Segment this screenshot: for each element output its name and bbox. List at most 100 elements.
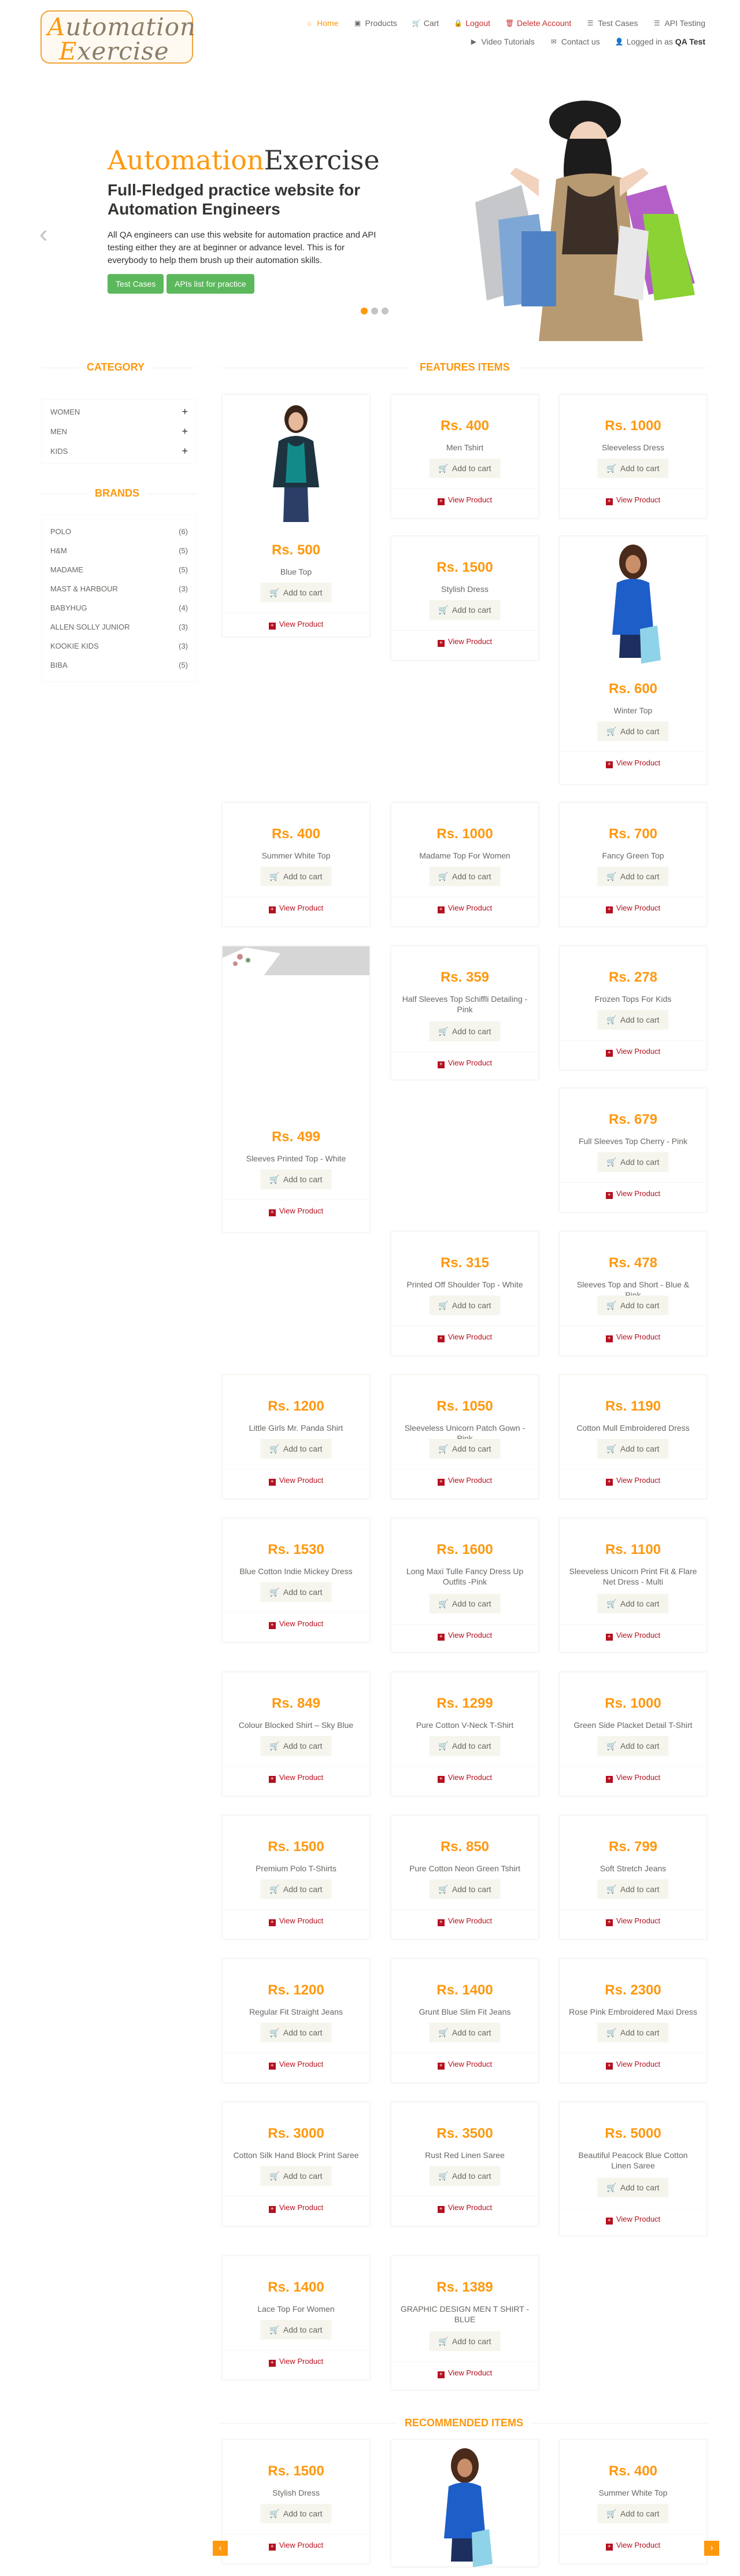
add-to-cart-button[interactable]: 🛒 Add to cart <box>260 1169 332 1189</box>
apis-list-button[interactable]: APIs list for practice <box>166 274 254 294</box>
view-product-link[interactable]: + View Product <box>391 2368 538 2378</box>
view-product-link[interactable]: + View Product <box>223 1476 369 1486</box>
add-to-cart-button[interactable]: 🛒 Add to cart <box>429 1594 501 1613</box>
view-product-link[interactable]: + View Product <box>560 1333 706 1342</box>
add-to-cart-button[interactable]: 🛒 Add to cart <box>597 1736 669 1756</box>
view-product-link[interactable]: + View Product <box>223 1206 369 1216</box>
brand-item-kookie-kids[interactable]: Kookie Kids (3) <box>50 636 188 656</box>
add-to-cart-button[interactable]: 🛒 Add to cart <box>597 458 669 478</box>
recommended-prev-icon[interactable]: ‹ <box>213 2541 228 2556</box>
add-to-cart-button[interactable]: 🛒 Add to cart <box>597 1010 669 1030</box>
slider-prev-icon[interactable]: ‹ <box>39 220 48 249</box>
add-to-cart-button[interactable]: 🛒 Add to cart <box>597 1879 669 1899</box>
add-to-cart-button[interactable]: 🛒 Add to cart <box>597 2504 669 2523</box>
view-product-link[interactable]: + View Product <box>223 2357 369 2367</box>
add-to-cart-button[interactable]: 🛒 Add to cart <box>597 721 669 741</box>
view-product-link[interactable]: + View Product <box>560 904 706 913</box>
add-to-cart-button[interactable]: 🛒 Add to cart <box>429 1439 501 1459</box>
view-product-link[interactable]: + View Product <box>391 637 538 647</box>
view-product-link[interactable]: + View Product <box>223 620 369 630</box>
brand-item-biba[interactable]: Biba (5) <box>50 656 188 675</box>
add-to-cart-button[interactable]: 🛒 Add to cart <box>597 1296 669 1315</box>
category-item-men[interactable]: Men + <box>50 421 188 441</box>
add-to-cart-button[interactable]: 🛒 Add to cart <box>260 1736 332 1756</box>
brand-item-h-m[interactable]: H&M (5) <box>50 541 188 560</box>
view-product-link[interactable]: + View Product <box>391 1476 538 1486</box>
nav-link-video-tutorials[interactable]: ▶ Video Tutorials <box>469 37 535 46</box>
test-cases-button[interactable]: Test Cases <box>108 274 164 294</box>
nav-link-home[interactable]: ⌂ Home <box>305 18 339 28</box>
slider-dot-2[interactable] <box>371 308 378 314</box>
category-item-women[interactable]: Women + <box>50 402 188 421</box>
brand-item-polo[interactable]: Polo (6) <box>50 522 188 541</box>
view-product-link[interactable]: + View Product <box>560 1476 706 1486</box>
brand-item-allen-solly-junior[interactable]: Allen Solly Junior (3) <box>50 617 188 636</box>
add-to-cart-button[interactable]: 🛒 Add to cart <box>260 583 332 602</box>
add-to-cart-button[interactable]: 🛒 Add to cart <box>429 2023 501 2042</box>
nav-link-logout[interactable]: 🔒 Logout <box>454 18 490 28</box>
view-product-link[interactable]: + View Product <box>560 1047 706 1057</box>
add-to-cart-button[interactable]: 🛒 Add to cart <box>260 2504 332 2523</box>
add-to-cart-button[interactable]: 🛒 Add to cart <box>260 867 332 886</box>
site-logo[interactable]: Automation Exercise <box>40 10 195 65</box>
add-to-cart-button[interactable]: 🛒 Add to cart <box>429 2331 501 2351</box>
add-to-cart-button[interactable]: 🛒 Add to cart <box>429 1879 501 1899</box>
add-to-cart-button[interactable]: 🛒 Add to cart <box>597 1152 669 1172</box>
view-product-link[interactable]: + View Product <box>223 1773 369 1783</box>
nav-link-api-testing[interactable]: ☰ API Testing <box>653 18 705 28</box>
view-product-link[interactable]: + View Product <box>560 495 706 505</box>
brand-item-madame[interactable]: Madame (5) <box>50 560 188 579</box>
add-to-cart-button[interactable]: 🛒 Add to cart <box>260 1879 332 1899</box>
brand-item-mast-harbour[interactable]: Mast & Harbour (3) <box>50 579 188 598</box>
add-to-cart-button[interactable]: 🛒 Add to cart <box>260 2023 332 2042</box>
view-product-link[interactable]: + View Product <box>391 1058 538 1068</box>
view-product-link[interactable]: + View Product <box>391 2060 538 2070</box>
view-product-link[interactable]: + View Product <box>391 495 538 505</box>
add-to-cart-button[interactable]: 🛒 Add to cart <box>429 600 501 620</box>
view-product-link[interactable]: + View Product <box>391 1631 538 1641</box>
view-product-link[interactable]: + View Product <box>223 2541 369 2551</box>
category-item-kids[interactable]: Kids + <box>50 441 188 461</box>
add-to-cart-button[interactable]: 🛒 Add to cart <box>597 1439 669 1459</box>
nav-link-contact-us[interactable]: ✉ Contact us <box>550 37 600 46</box>
view-product-link[interactable]: + View Product <box>223 1916 369 1926</box>
nav-link-test-cases[interactable]: ☰ Test Cases <box>586 18 638 28</box>
view-product-link[interactable]: + View Product <box>560 2541 706 2551</box>
nav-link-cart[interactable]: 🛒 Cart <box>412 18 439 28</box>
add-to-cart-button[interactable]: 🛒 Add to cart <box>429 1021 501 1041</box>
add-to-cart-button[interactable]: 🛒 Add to cart <box>597 867 669 886</box>
add-to-cart-button[interactable]: 🛒 Add to cart <box>429 1736 501 1756</box>
view-product-link[interactable]: + View Product <box>391 1916 538 1926</box>
view-product-link[interactable]: + View Product <box>391 2203 538 2213</box>
add-to-cart-button[interactable]: 🛒 Add to cart <box>260 2166 332 2186</box>
slider-dot-1[interactable] <box>361 308 368 314</box>
slider-indicators[interactable] <box>361 308 388 314</box>
recommended-next-icon[interactable]: › <box>704 2541 719 2556</box>
add-to-cart-button[interactable]: 🛒 Add to cart <box>429 867 501 886</box>
view-product-link[interactable]: + View Product <box>560 2060 706 2070</box>
view-product-link[interactable]: + View Product <box>560 758 706 768</box>
view-product-link[interactable]: + View Product <box>391 1333 538 1342</box>
slider-dot-3[interactable] <box>382 308 388 314</box>
view-product-link[interactable]: + View Product <box>560 1631 706 1641</box>
brand-item-babyhug[interactable]: Babyhug (4) <box>50 598 188 617</box>
view-product-link[interactable]: + View Product <box>560 1773 706 1783</box>
view-product-link[interactable]: + View Product <box>223 904 369 913</box>
add-to-cart-button[interactable]: 🛒 Add to cart <box>429 1296 501 1315</box>
nav-link-delete-account[interactable]: 🗑 Delete Account <box>505 18 571 28</box>
add-to-cart-button[interactable]: 🛒 Add to cart <box>260 2320 332 2340</box>
view-product-link[interactable]: + View Product <box>223 2060 369 2070</box>
view-product-link[interactable]: + View Product <box>223 1619 369 1629</box>
view-product-link[interactable]: + View Product <box>391 1773 538 1783</box>
plus-icon[interactable]: + <box>182 445 188 457</box>
view-product-link[interactable]: + View Product <box>560 1916 706 1926</box>
add-to-cart-button[interactable]: 🛒 Add to cart <box>260 1439 332 1459</box>
plus-icon[interactable]: + <box>182 425 188 438</box>
add-to-cart-button[interactable]: 🛒 Add to cart <box>260 1582 332 1602</box>
view-product-link[interactable]: + View Product <box>391 904 538 913</box>
add-to-cart-button[interactable]: 🛒 Add to cart <box>597 2178 669 2197</box>
nav-link-logged-in-as[interactable]: 👤 Logged in as QA Test <box>615 37 705 46</box>
add-to-cart-button[interactable]: 🛒 Add to cart <box>429 458 501 478</box>
plus-icon[interactable]: + <box>182 406 188 418</box>
add-to-cart-button[interactable]: 🛒 Add to cart <box>597 2023 669 2042</box>
